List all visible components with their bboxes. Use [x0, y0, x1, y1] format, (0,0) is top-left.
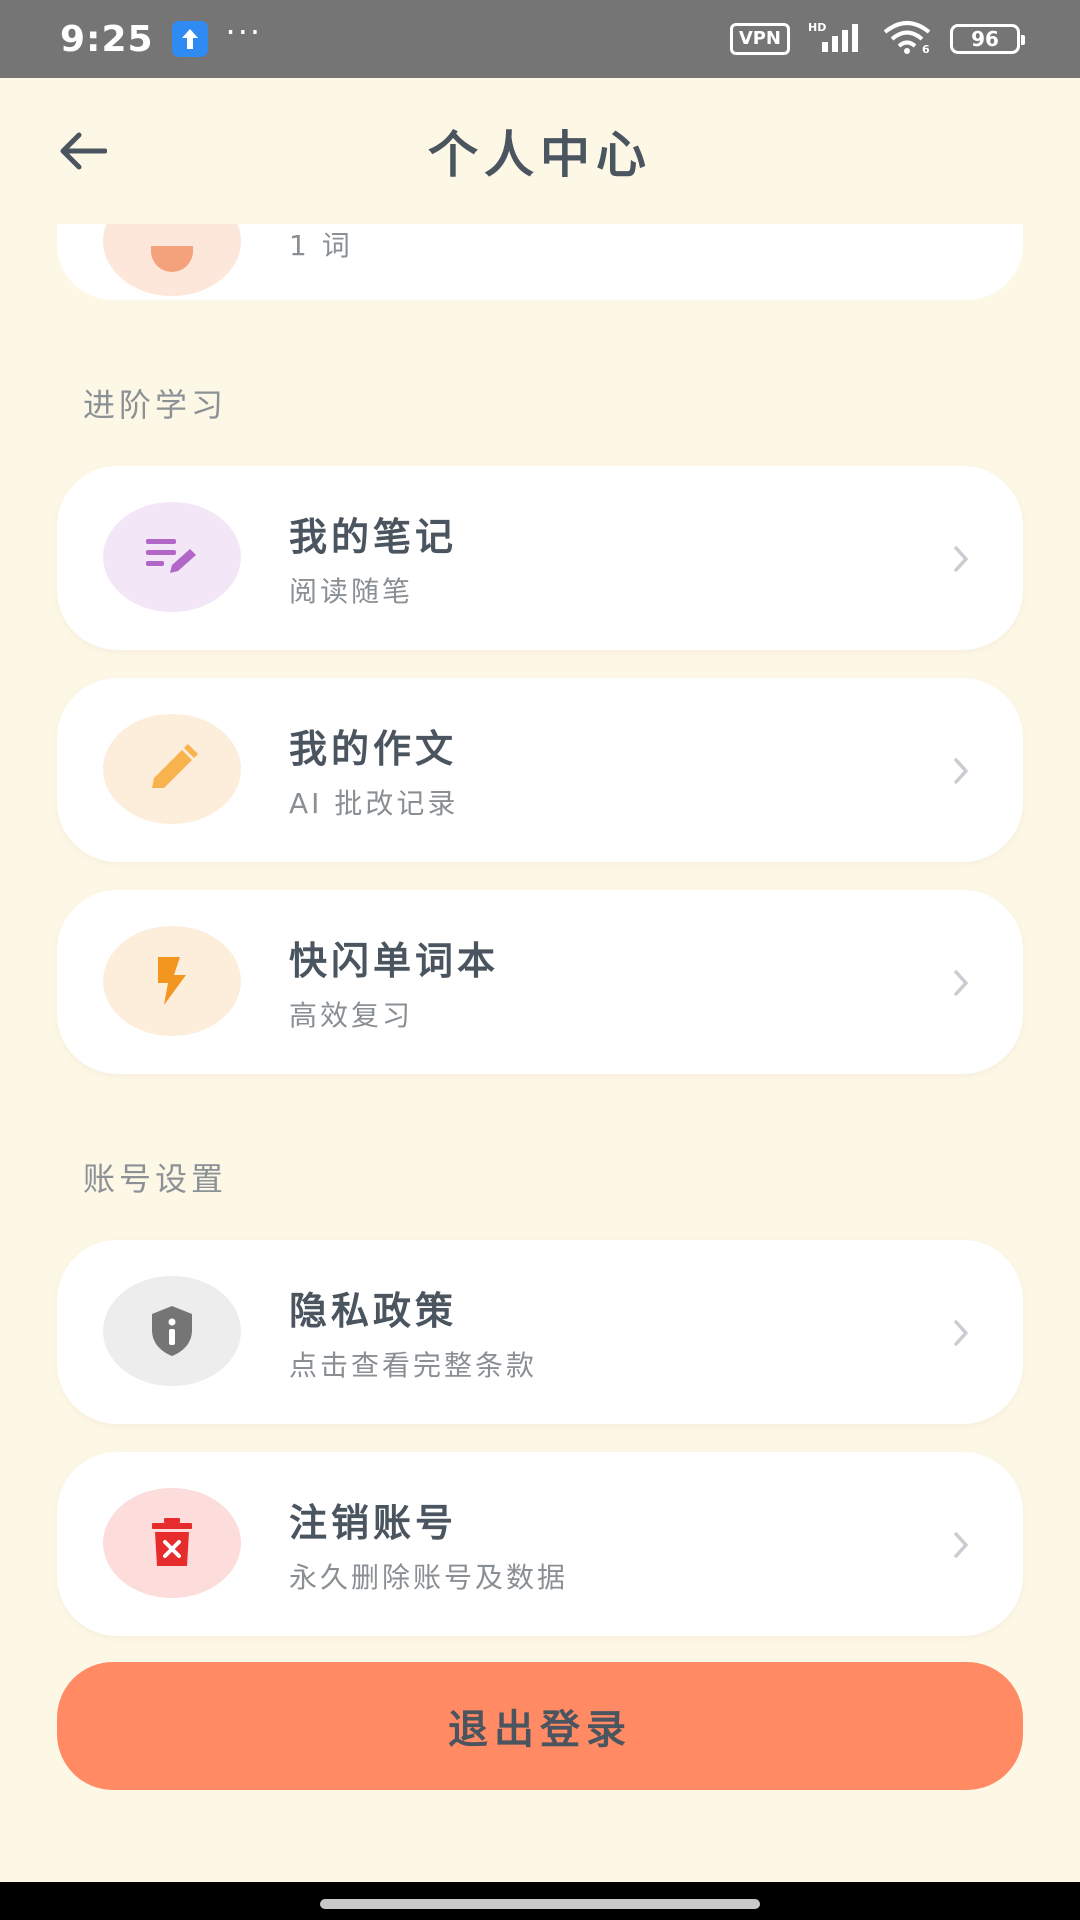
battery-indicator: 96 — [950, 24, 1025, 54]
section-label-account: 账号设置 — [83, 1160, 228, 1198]
status-bar: 9:25 ··· VPN HD 6 96 — [0, 0, 1080, 78]
status-time: 9:25 — [60, 18, 154, 60]
logout-button[interactable]: 退出登录 — [57, 1662, 1023, 1790]
chevron-right-icon — [954, 970, 968, 996]
delete-icon — [103, 1488, 241, 1598]
home-gesture-handle[interactable] — [320, 1899, 760, 1909]
menu-item-privacy[interactable]: 隐私政策 点击查看完整条款 — [57, 1240, 1023, 1424]
menu-subtitle: 高效复习 — [289, 999, 414, 1032]
shield-info-icon — [103, 1276, 241, 1386]
menu-item-flashcards[interactable]: 快闪单词本 高效复习 — [57, 890, 1023, 1074]
section-label-advanced: 进阶学习 — [83, 386, 228, 424]
upload-icon — [171, 21, 208, 57]
page-title: 个人中心 — [428, 126, 652, 184]
pencil-icon — [103, 714, 241, 824]
svg-text:HD: HD — [808, 21, 826, 34]
chevron-right-icon — [954, 546, 968, 572]
system-nav-bar — [0, 1882, 1080, 1920]
menu-subtitle: 点击查看完整条款 — [289, 1349, 538, 1382]
wifi-icon: 6 — [882, 20, 932, 58]
chevron-right-icon — [954, 1532, 968, 1558]
menu-subtitle: AI 批改记录 — [289, 787, 459, 820]
logout-label: 退出登录 — [448, 1707, 632, 1753]
more-notifications-icon: ··· — [225, 13, 263, 51]
back-button[interactable] — [50, 123, 114, 179]
menu-title: 注销账号 — [289, 1501, 458, 1545]
vocabulary-count: 1 词 — [289, 229, 353, 262]
signal-icon: HD — [808, 20, 864, 58]
menu-subtitle: 阅读随笔 — [289, 575, 414, 608]
menu-title: 我的笔记 — [289, 515, 458, 559]
menu-item-delete-account[interactable]: 注销账号 永久删除账号及数据 — [57, 1452, 1023, 1636]
vpn-badge: VPN — [729, 23, 790, 55]
menu-title: 快闪单词本 — [289, 939, 500, 983]
menu-subtitle: 永久删除账号及数据 — [289, 1561, 569, 1594]
status-right: VPN HD 6 96 — [729, 20, 1025, 58]
menu-title: 我的作文 — [289, 727, 458, 771]
menu-item-essays[interactable]: 我的作文 AI 批改记录 — [57, 678, 1023, 862]
menu-item-notes[interactable]: 我的笔记 阅读随笔 — [57, 466, 1023, 650]
note-edit-icon — [103, 502, 241, 612]
svg-text:6: 6 — [922, 43, 930, 54]
menu-title: 隐私政策 — [289, 1289, 458, 1333]
lightning-icon — [103, 926, 241, 1036]
arrow-left-icon — [60, 132, 107, 170]
chevron-right-icon — [954, 758, 968, 784]
chevron-right-icon — [954, 1320, 968, 1346]
header: 个人中心 — [0, 78, 1080, 224]
